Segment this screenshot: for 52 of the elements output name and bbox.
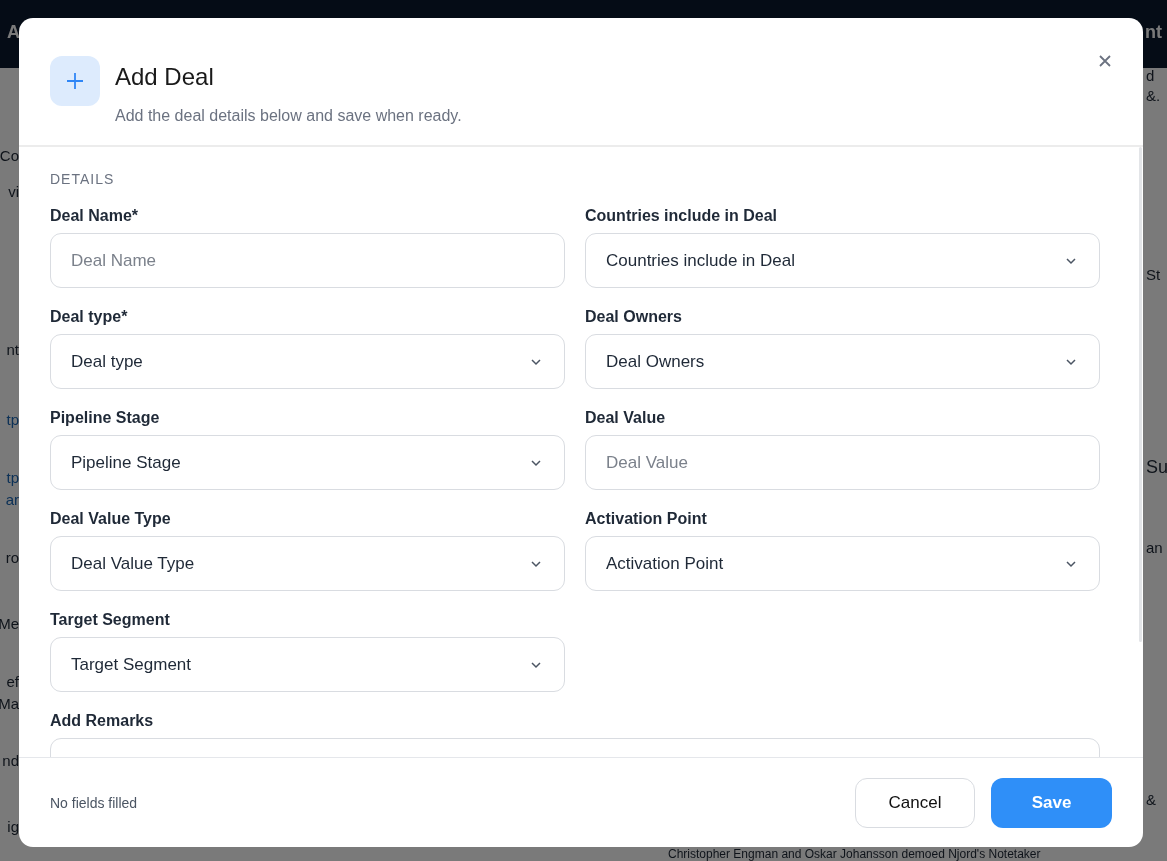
chevron-icon (1065, 256, 1077, 265)
field-label: Deal Owners (585, 308, 683, 326)
chevron-icon (530, 458, 542, 467)
field-label: Deal type* (50, 308, 129, 326)
dropdown[interactable]: Target Segment (50, 637, 565, 692)
background-text: nt (1145, 22, 1162, 43)
input-field[interactable]: Deal Name (50, 233, 565, 288)
background-text: vi (8, 183, 19, 200)
add-icon (50, 56, 100, 106)
field-label: Deal Value Type (50, 510, 172, 528)
dropdown[interactable]: Pipeline Stage (50, 435, 565, 490)
dropdown[interactable]: Activation Point (585, 536, 1100, 591)
input-field[interactable]: Deal Value (585, 435, 1100, 490)
field-label: Activation Point (585, 510, 708, 528)
scrollbar[interactable] (1139, 147, 1142, 642)
background-text: Co (0, 147, 19, 164)
dropdown[interactable]: Deal type (50, 334, 565, 389)
close-icon (1098, 54, 1112, 68)
dialog-subtitle: Add the deal details below and save when ready. (115, 107, 463, 125)
chevron-icon (1065, 357, 1077, 366)
chevron-icon (1065, 559, 1077, 568)
chevron-icon (530, 660, 542, 669)
chevron-icon (530, 357, 542, 366)
field-label: Target Segment (50, 611, 171, 629)
background-text: ig (7, 818, 19, 835)
dropdown[interactable]: Deal Value Type (50, 536, 565, 591)
chevron-icon (530, 559, 542, 568)
field-label: Add Remarks (50, 712, 155, 730)
cancel-button[interactable]: Cancel (855, 777, 975, 828)
background-text: d (1146, 67, 1155, 84)
dropdown[interactable]: Countries include in Deal (585, 233, 1100, 288)
section-heading: DETAILS (50, 171, 116, 187)
dialog-title: Add Deal (115, 62, 215, 92)
background-text: St (1146, 266, 1161, 283)
background-text: Su (1146, 457, 1167, 478)
field-label: Deal Value (585, 409, 667, 427)
background-text: nd (2, 752, 19, 769)
field-label: Deal Name* (50, 207, 140, 225)
background-text: an (1146, 539, 1163, 556)
dropdown[interactable]: Deal Owners (585, 334, 1100, 389)
background-text: & (1146, 791, 1156, 808)
background-text: Christopher Engman and Oskar Johansson demoed Njord's Notetaker (668, 847, 1041, 861)
field-label: Countries include in Deal (585, 207, 779, 225)
background-text: &. (1146, 87, 1161, 104)
background-text: Me (0, 615, 19, 632)
background-text: Ma (0, 695, 19, 712)
background-text: A (7, 22, 20, 43)
background-text: ro (5, 549, 19, 566)
background-text: nt (6, 341, 19, 358)
status-text: No fields filled (50, 794, 138, 811)
field-label: Pipeline Stage (50, 409, 161, 427)
background-text: ef (6, 673, 19, 690)
